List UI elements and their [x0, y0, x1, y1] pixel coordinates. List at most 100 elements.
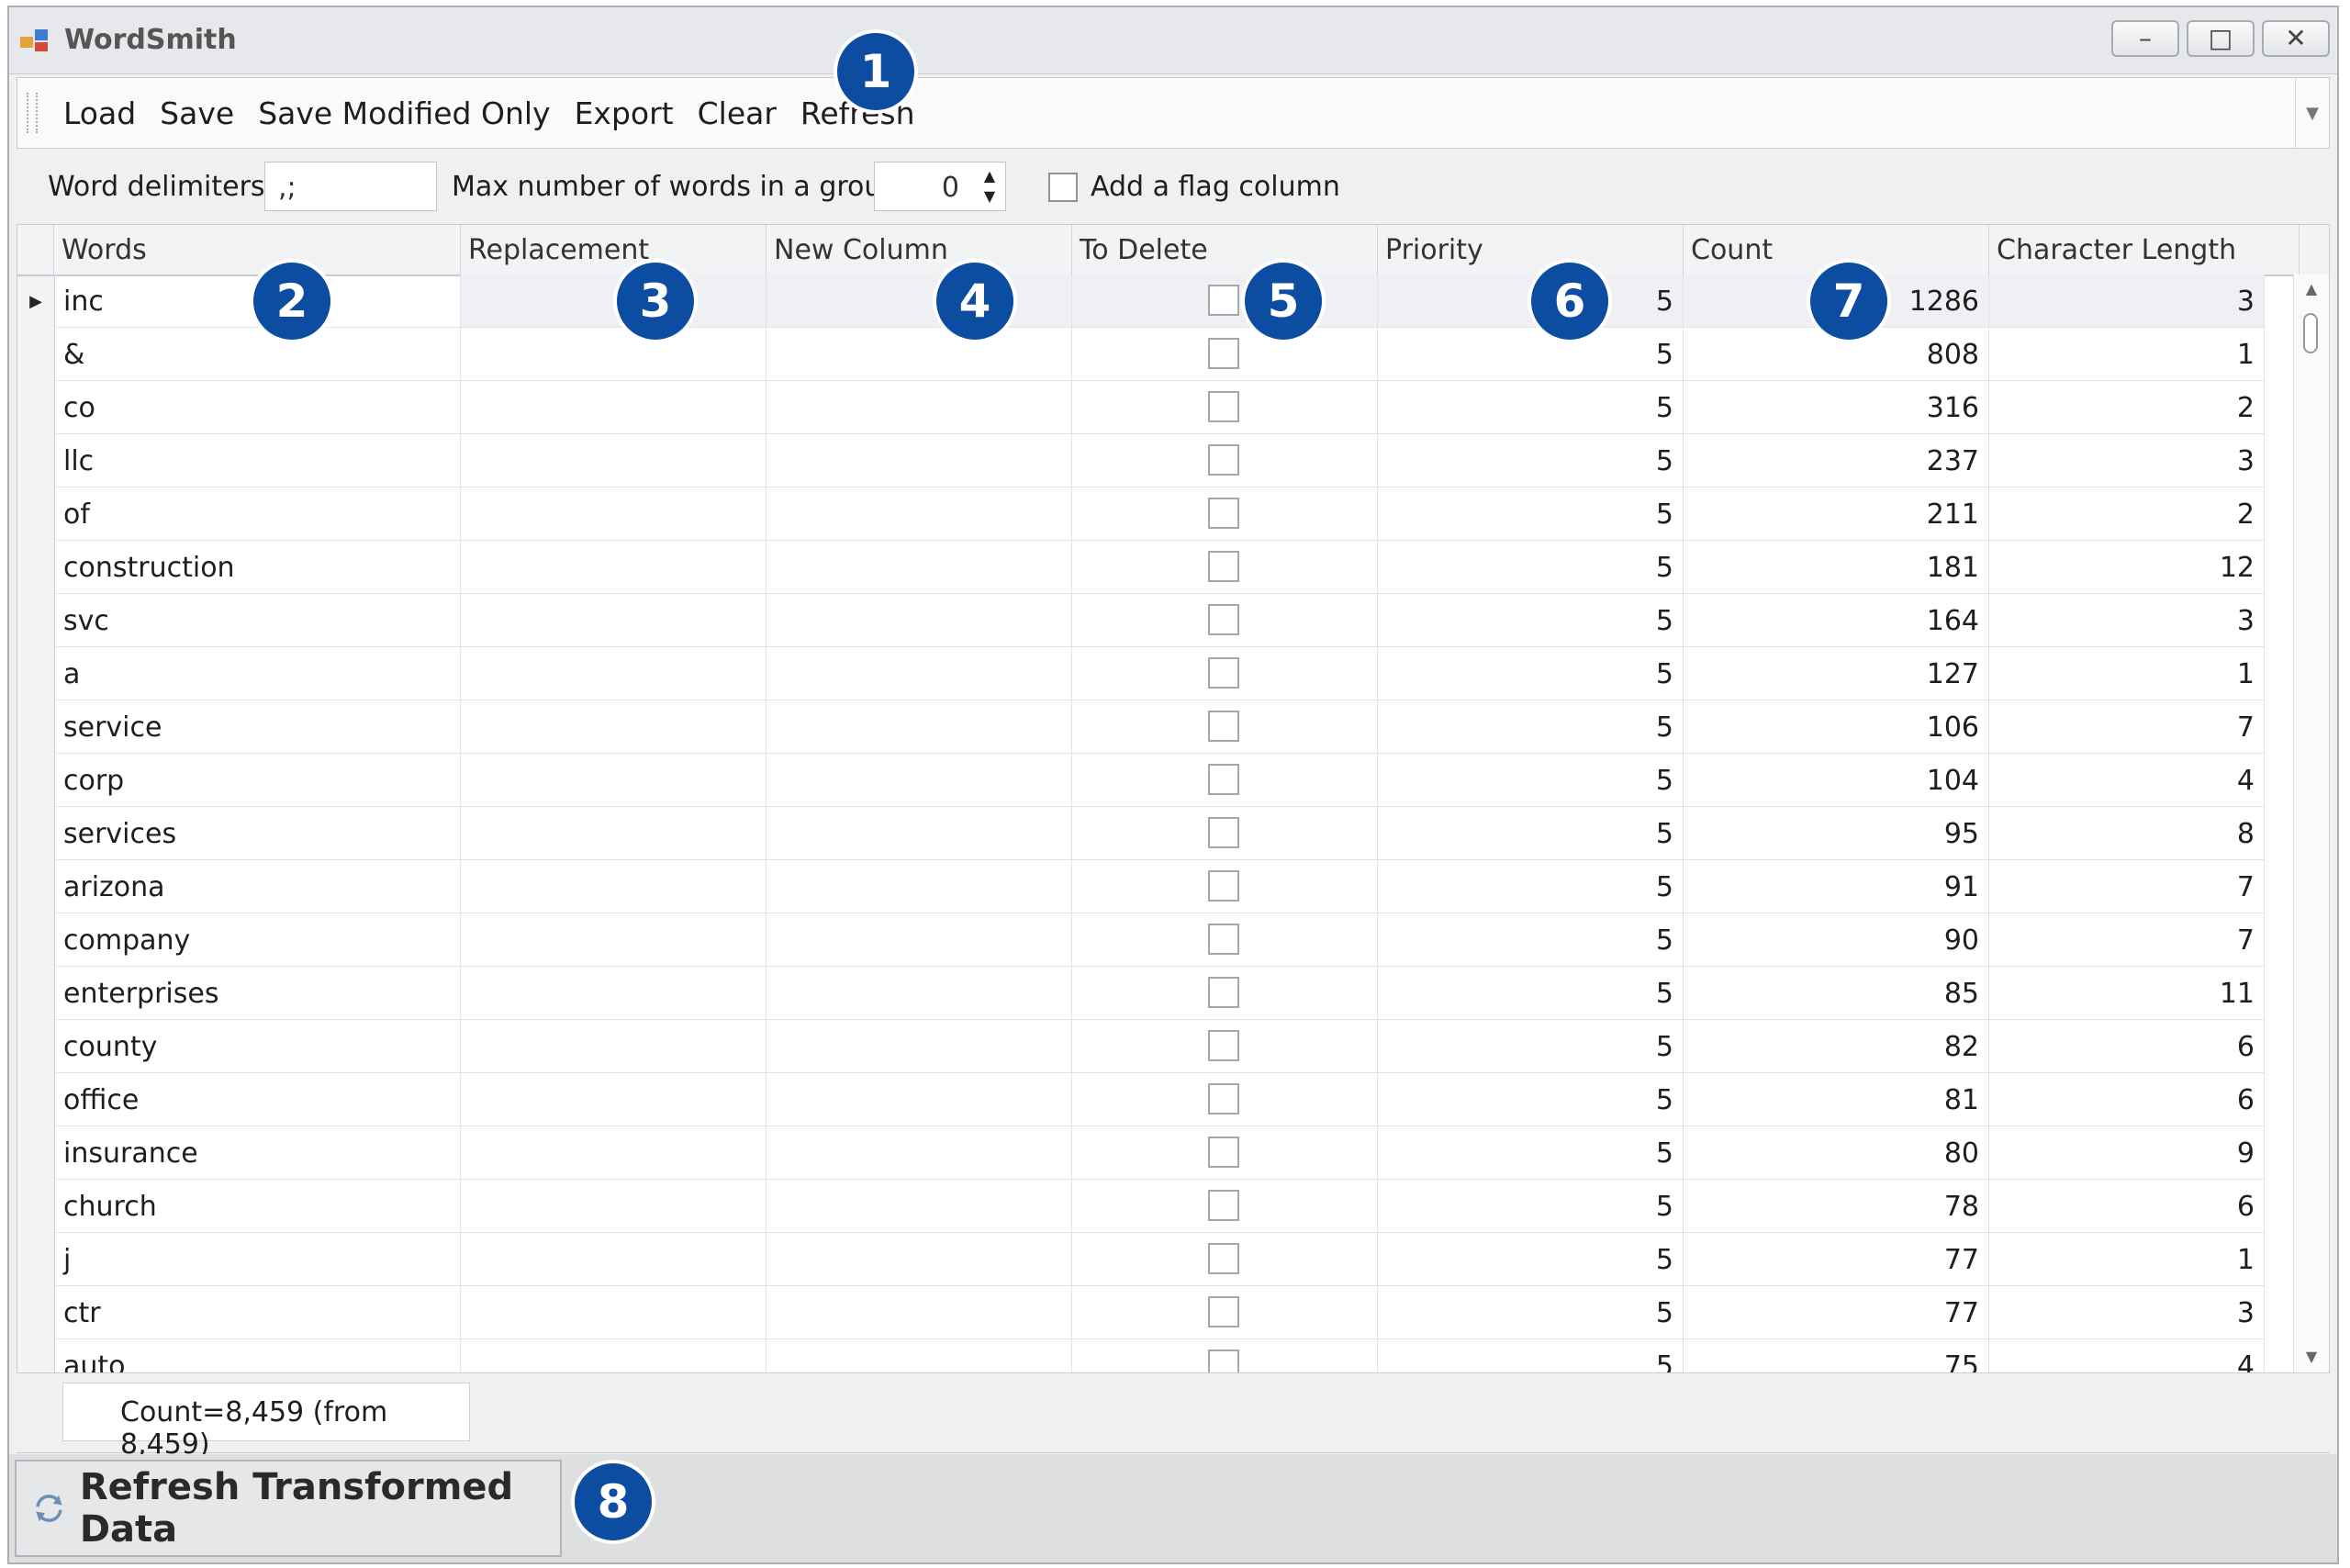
cell-replacement[interactable] — [461, 807, 767, 860]
table-row[interactable]: church 5 78 6 — [17, 1180, 2300, 1233]
cell-new-column[interactable] — [767, 1339, 1072, 1372]
to-delete-checkbox[interactable] — [1208, 764, 1239, 795]
row-header-cell[interactable] — [17, 594, 54, 647]
cell-word[interactable]: svc — [54, 594, 461, 647]
cell-new-column[interactable] — [767, 1126, 1072, 1180]
scroll-down-icon[interactable]: ▼ — [2294, 1348, 2329, 1365]
cell-new-column[interactable] — [767, 381, 1072, 434]
row-header-cell[interactable] — [17, 381, 54, 434]
cell-count[interactable]: 80 — [1684, 1126, 1989, 1180]
cell-word[interactable]: ctr — [54, 1286, 461, 1339]
cell-to-delete[interactable] — [1072, 807, 1378, 860]
to-delete-checkbox[interactable] — [1208, 1190, 1239, 1221]
column-header-new-column[interactable]: New Column — [767, 225, 1072, 274]
stepper-arrows-icon[interactable]: ▲ ▼ — [977, 162, 1002, 211]
toolbar-overflow-chevron-icon[interactable]: ▼ — [2295, 78, 2329, 148]
table-row[interactable]: ctr 5 77 3 — [17, 1286, 2300, 1339]
cell-to-delete[interactable] — [1072, 967, 1378, 1020]
table-row[interactable]: county 5 82 6 — [17, 1020, 2300, 1073]
cell-priority[interactable]: 5 — [1378, 807, 1684, 860]
to-delete-checkbox[interactable] — [1208, 285, 1239, 316]
to-delete-checkbox[interactable] — [1208, 1296, 1239, 1327]
cell-replacement[interactable] — [461, 1286, 767, 1339]
to-delete-checkbox[interactable] — [1208, 604, 1239, 635]
cell-priority[interactable]: 5 — [1378, 967, 1684, 1020]
cell-replacement[interactable] — [461, 913, 767, 967]
to-delete-checkbox[interactable] — [1208, 1083, 1239, 1114]
cell-new-column[interactable] — [767, 647, 1072, 700]
column-header-to-delete[interactable]: To Delete — [1072, 225, 1378, 274]
cell-replacement[interactable] — [461, 754, 767, 807]
table-row[interactable]: co 5 316 2 — [17, 381, 2300, 434]
table-row[interactable]: j 5 77 1 — [17, 1233, 2300, 1286]
cell-new-column[interactable] — [767, 860, 1072, 913]
cell-character-length[interactable]: 4 — [1989, 1339, 2265, 1372]
cell-word[interactable]: of — [54, 487, 461, 541]
cell-priority[interactable]: 5 — [1378, 1073, 1684, 1126]
row-header-cell[interactable] — [17, 1020, 54, 1073]
toolbar-grip-icon[interactable] — [27, 93, 38, 133]
cell-count[interactable]: 181 — [1684, 541, 1989, 594]
cell-word[interactable]: county — [54, 1020, 461, 1073]
cell-count[interactable]: 81 — [1684, 1073, 1989, 1126]
cell-priority[interactable]: 5 — [1378, 860, 1684, 913]
minimize-button[interactable]: – — [2111, 20, 2179, 57]
to-delete-checkbox[interactable] — [1208, 977, 1239, 1008]
cell-new-column[interactable] — [767, 807, 1072, 860]
cell-count[interactable]: 77 — [1684, 1286, 1989, 1339]
row-header-cell[interactable] — [17, 1286, 54, 1339]
load-button[interactable]: Load — [63, 95, 136, 131]
row-header-cell[interactable] — [17, 700, 54, 754]
cell-word[interactable]: a — [54, 647, 461, 700]
cell-count[interactable]: 90 — [1684, 913, 1989, 967]
cell-priority[interactable]: 5 — [1378, 541, 1684, 594]
cell-to-delete[interactable] — [1072, 860, 1378, 913]
cell-to-delete[interactable] — [1072, 1286, 1378, 1339]
clear-button[interactable]: Clear — [698, 95, 777, 131]
cell-to-delete[interactable] — [1072, 1339, 1378, 1372]
cell-new-column[interactable] — [767, 274, 1072, 328]
cell-character-length[interactable]: 6 — [1989, 1073, 2265, 1126]
cell-new-column[interactable] — [767, 1233, 1072, 1286]
cell-new-column[interactable] — [767, 967, 1072, 1020]
cell-to-delete[interactable] — [1072, 1073, 1378, 1126]
cell-priority[interactable]: 5 — [1378, 1339, 1684, 1372]
cell-new-column[interactable] — [767, 1073, 1072, 1126]
cell-count[interactable]: 316 — [1684, 381, 1989, 434]
cell-character-length[interactable]: 2 — [1989, 381, 2265, 434]
cell-word[interactable]: church — [54, 1180, 461, 1233]
cell-to-delete[interactable] — [1072, 594, 1378, 647]
cell-replacement[interactable] — [461, 594, 767, 647]
column-header-priority[interactable]: Priority — [1378, 225, 1684, 274]
cell-replacement[interactable] — [461, 541, 767, 594]
to-delete-checkbox[interactable] — [1208, 551, 1239, 582]
table-row[interactable]: llc 5 237 3 — [17, 434, 2300, 487]
cell-priority[interactable]: 5 — [1378, 647, 1684, 700]
cell-priority[interactable]: 5 — [1378, 913, 1684, 967]
to-delete-checkbox[interactable] — [1208, 338, 1239, 369]
row-header-cell[interactable] — [17, 434, 54, 487]
cell-new-column[interactable] — [767, 487, 1072, 541]
cell-count[interactable]: 91 — [1684, 860, 1989, 913]
cell-to-delete[interactable] — [1072, 434, 1378, 487]
cell-count[interactable]: 106 — [1684, 700, 1989, 754]
table-row[interactable]: construction 5 181 12 — [17, 541, 2300, 594]
cell-priority[interactable]: 5 — [1378, 1286, 1684, 1339]
cell-character-length[interactable]: 3 — [1989, 594, 2265, 647]
cell-character-length[interactable]: 3 — [1989, 434, 2265, 487]
cell-character-length[interactable]: 6 — [1989, 1020, 2265, 1073]
cell-word[interactable]: llc — [54, 434, 461, 487]
cell-to-delete[interactable] — [1072, 274, 1378, 328]
export-button[interactable]: Export — [575, 95, 674, 131]
close-button[interactable]: ✕ — [2262, 20, 2330, 57]
row-header-cell[interactable] — [17, 1339, 54, 1372]
cell-word[interactable]: insurance — [54, 1126, 461, 1180]
cell-priority[interactable]: 5 — [1378, 700, 1684, 754]
cell-word[interactable]: j — [54, 1233, 461, 1286]
cell-word[interactable]: co — [54, 381, 461, 434]
row-header-cell[interactable] — [17, 487, 54, 541]
delimiters-input[interactable]: ,; — [264, 162, 437, 211]
cell-new-column[interactable] — [767, 700, 1072, 754]
cell-replacement[interactable] — [461, 700, 767, 754]
cell-priority[interactable]: 5 — [1378, 1020, 1684, 1073]
